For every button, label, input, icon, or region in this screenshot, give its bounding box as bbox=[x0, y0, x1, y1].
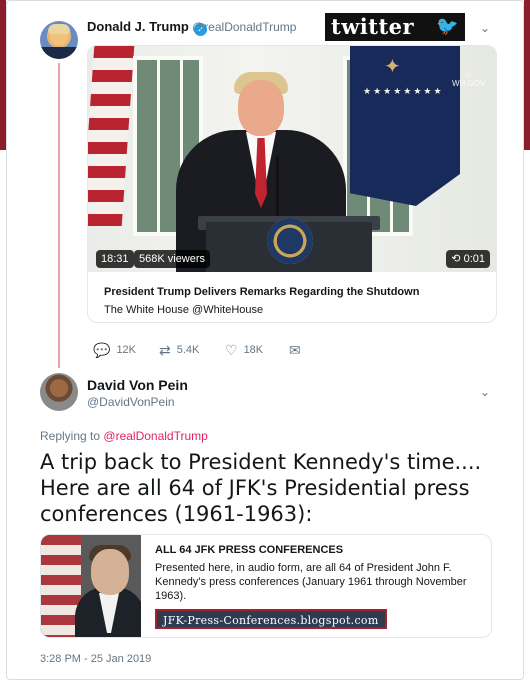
viewers-badge: 568K viewers bbox=[134, 250, 211, 268]
thumbnail-head bbox=[91, 549, 129, 595]
speaker-head bbox=[238, 80, 284, 136]
twitter-logo-text: twitter bbox=[331, 14, 415, 39]
watermark-text: WH.GOV bbox=[452, 79, 486, 88]
heart-icon: ♡ bbox=[225, 342, 238, 358]
video-title[interactable]: President Trump Delivers Remarks Regardi… bbox=[104, 286, 419, 298]
whitehouse-watermark: ⌂ WH.GOV bbox=[452, 70, 486, 88]
like-button[interactable]: ♡ 18K bbox=[225, 342, 263, 359]
tweet-thread-card: Donald J. Trump ✓ @realDonaldTrump twitt… bbox=[6, 0, 524, 680]
thread-connector-line bbox=[58, 63, 60, 368]
reply-count: 12K bbox=[116, 344, 137, 356]
tweet-timestamp[interactable]: 3:28 PM - 25 Jan 2019 bbox=[40, 653, 151, 665]
eagle-emblem: ✦ bbox=[384, 56, 401, 78]
elapsed-time: 0:01 bbox=[463, 253, 485, 265]
video-source[interactable]: The White House @WhiteHouse bbox=[104, 304, 263, 316]
video-player[interactable]: ✦ ★★★★★★★★ ⌂ WH.GOV 18:31 568K viewers ⟲ … bbox=[88, 46, 496, 272]
message-button[interactable]: ✉ bbox=[289, 342, 307, 359]
mention-link[interactable]: @realDonaldTrump bbox=[103, 429, 207, 443]
avatar[interactable] bbox=[40, 373, 78, 411]
flag-image bbox=[88, 46, 135, 226]
retweet-button[interactable]: ⇄ 5.4K bbox=[159, 342, 199, 359]
author-name-text[interactable]: Donald J. Trump bbox=[87, 19, 189, 34]
link-preview-card[interactable]: ALL 64 JFK PRESS CONFERENCES Presented h… bbox=[40, 534, 492, 638]
author-handle[interactable]: @DavidVonPein bbox=[87, 395, 175, 409]
replay-icon: ⟲ bbox=[451, 253, 461, 265]
replying-to: Replying to @realDonaldTrump bbox=[40, 429, 208, 443]
replying-label: Replying to bbox=[40, 429, 101, 443]
author-name[interactable]: David Von Pein bbox=[87, 377, 188, 393]
flag-stars: ★★★★★★★★ bbox=[363, 86, 444, 96]
frame-border-right bbox=[524, 0, 530, 150]
link-thumbnail bbox=[41, 535, 141, 637]
retweet-count: 5.4K bbox=[176, 344, 200, 356]
tweet-text: A trip back to President Kennedy's time.… bbox=[40, 450, 482, 526]
bird-icon: 🐦 bbox=[436, 16, 459, 37]
microphone bbox=[276, 156, 279, 218]
link-title[interactable]: ALL 64 JFK PRESS CONFERENCES bbox=[155, 544, 343, 556]
link-description: Presented here, in audio form, are all 6… bbox=[155, 562, 467, 602]
link-url-label[interactable]: JFK-Press-Conferences.blogspot.com bbox=[155, 609, 387, 629]
presidential-seal bbox=[267, 218, 313, 264]
author-handle[interactable]: @realDonaldTrump bbox=[192, 20, 296, 34]
chevron-down-icon[interactable]: ⌄ bbox=[480, 385, 490, 399]
twitter-logo: twitter 🐦 bbox=[325, 13, 465, 41]
avatar[interactable] bbox=[40, 21, 78, 59]
elapsed-time-badge: ⟲ 0:01 bbox=[446, 250, 490, 268]
retweet-icon: ⇄ bbox=[159, 342, 171, 358]
video-card[interactable]: ✦ ★★★★★★★★ ⌂ WH.GOV 18:31 568K viewers ⟲ … bbox=[87, 45, 497, 323]
reply-button[interactable]: 💬 12K bbox=[93, 342, 136, 359]
envelope-icon: ✉ bbox=[289, 342, 301, 358]
video-duration-badge: 18:31 bbox=[96, 250, 134, 268]
chevron-down-icon[interactable]: ⌄ bbox=[480, 21, 490, 35]
like-count: 18K bbox=[243, 344, 264, 356]
reply-icon: 💬 bbox=[93, 342, 111, 358]
author-name[interactable]: Donald J. Trump ✓ bbox=[87, 19, 208, 36]
